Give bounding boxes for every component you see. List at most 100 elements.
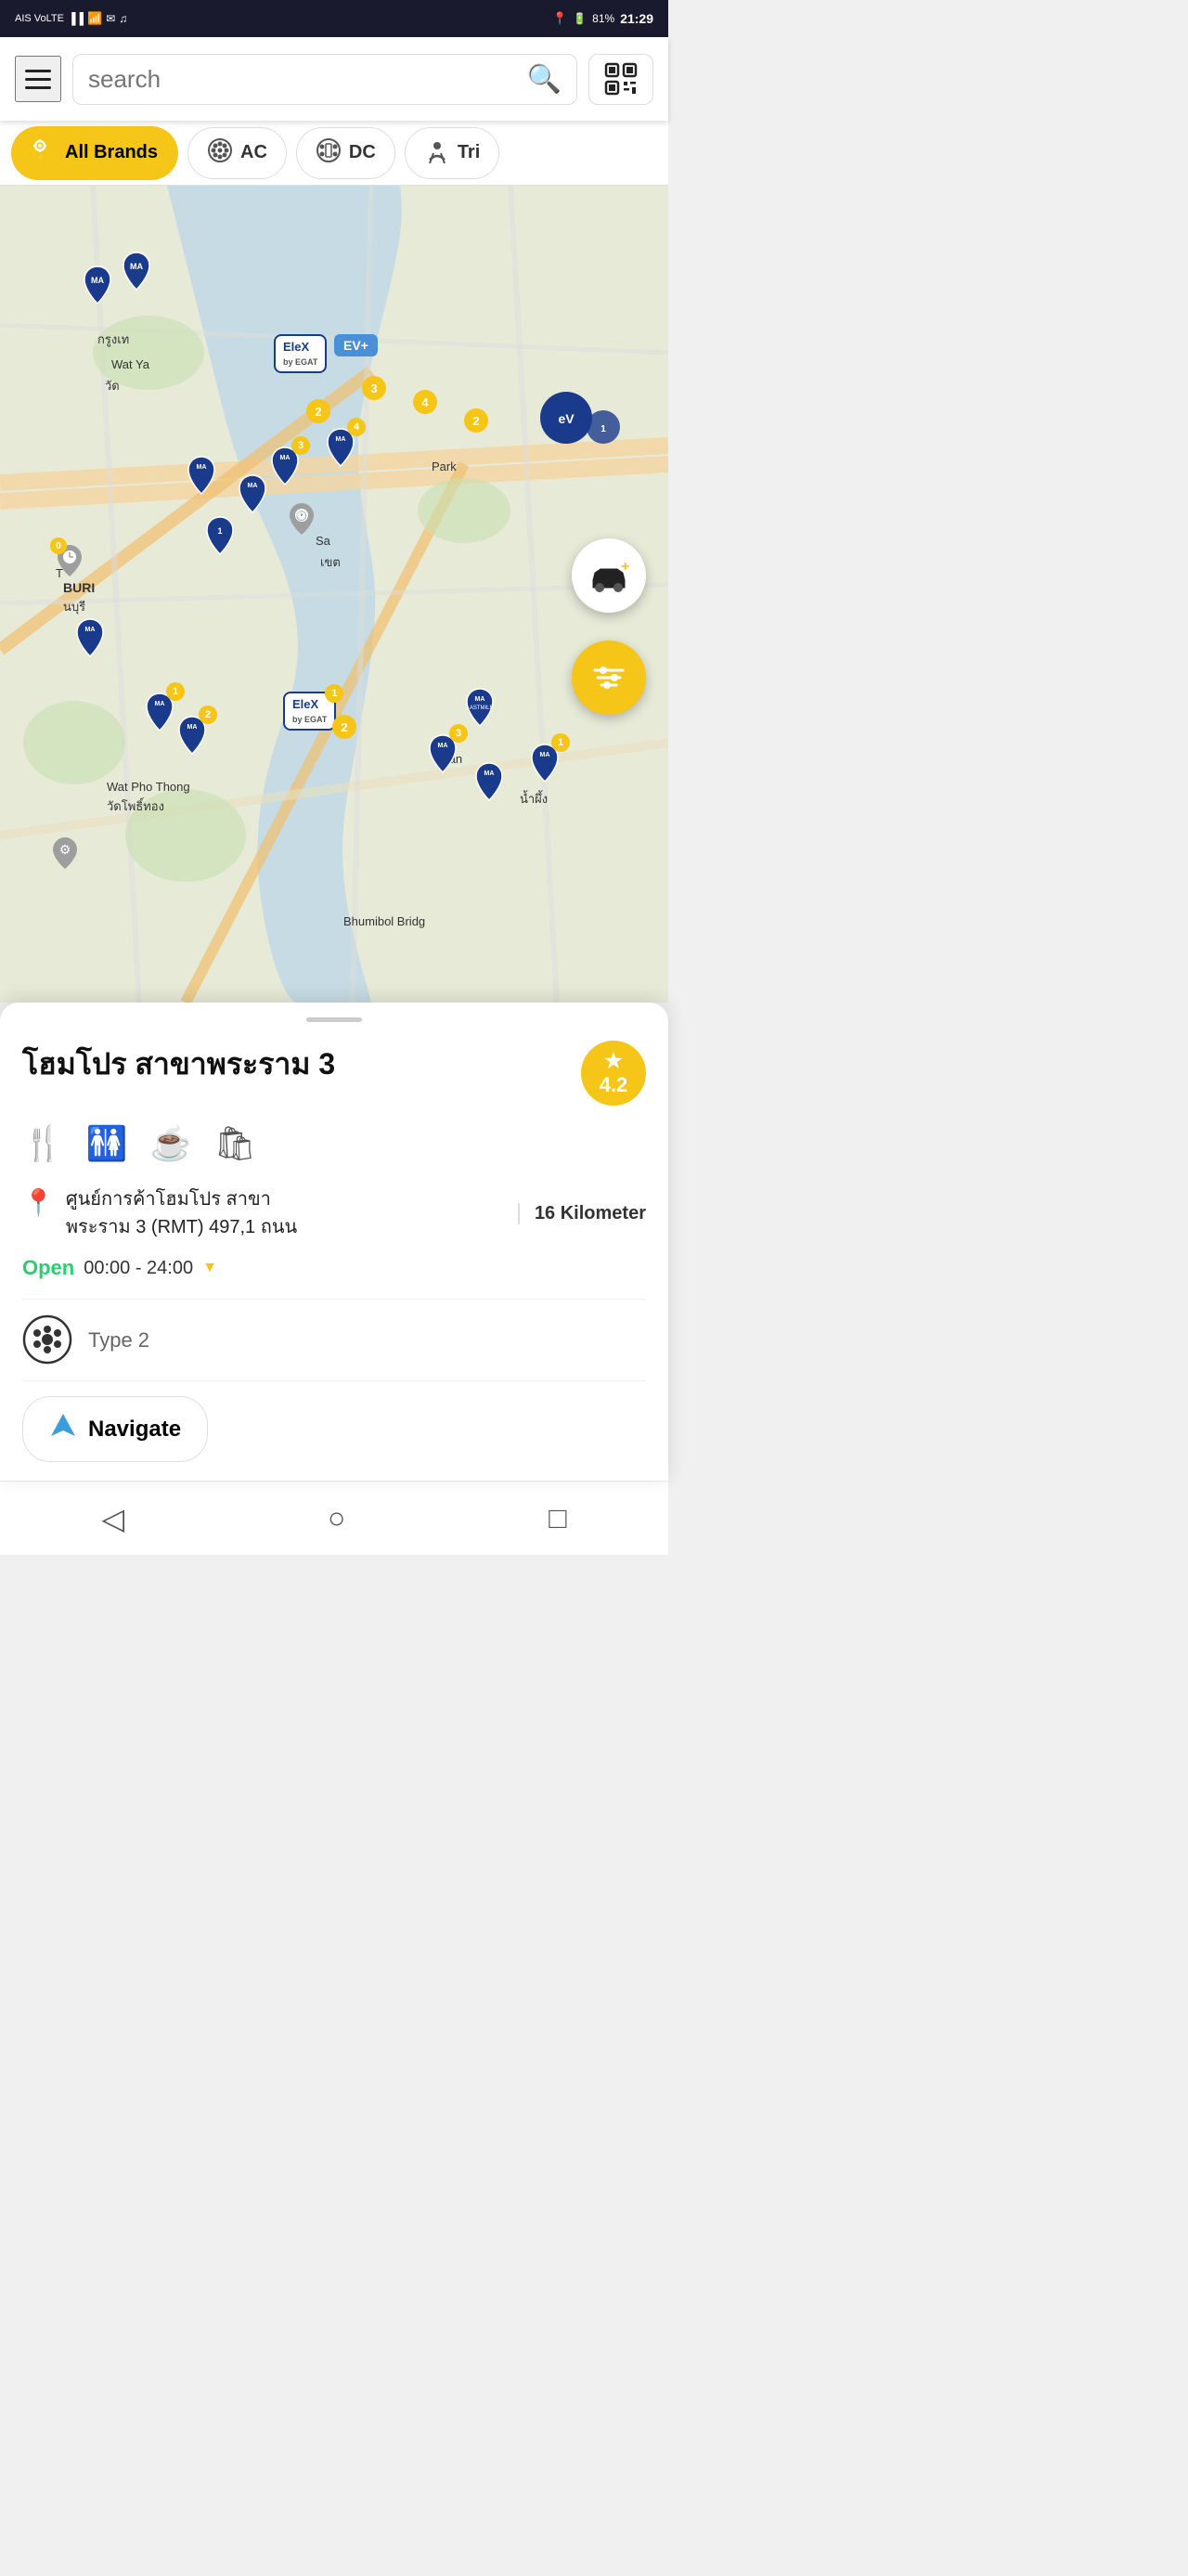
time-label: 21:29 bbox=[620, 11, 653, 26]
music-icon: ♫ bbox=[119, 12, 127, 25]
pin-badge-3: 3 bbox=[291, 436, 310, 455]
carrier-label: AIS VoLTE bbox=[15, 13, 64, 24]
ma-pin-1badge[interactable]: 1 bbox=[204, 515, 236, 561]
svg-text:⚡: ⚡ bbox=[37, 152, 46, 162]
count-badge-2-mid: 2 bbox=[464, 408, 488, 433]
charger-connector-icon bbox=[22, 1314, 73, 1366]
status-left: AIS VoLTE ▐▐ 📶 ✉ ♫ bbox=[15, 11, 127, 26]
svg-text:LASTMILE: LASTMILE bbox=[466, 705, 493, 711]
filter-tab-tri[interactable]: Tri bbox=[405, 127, 499, 179]
gear-pin[interactable]: ⚙ bbox=[51, 835, 79, 875]
svg-text:MA: MA bbox=[438, 743, 448, 749]
elex-pin-top[interactable]: EleXby EGAT bbox=[274, 334, 327, 373]
ma-pin-right-1[interactable]: MA 3 bbox=[427, 733, 458, 779]
count-badge-2-top: 2 bbox=[306, 399, 330, 423]
battery-icon: 🔋 bbox=[573, 12, 587, 25]
svg-text:🕐: 🕐 bbox=[296, 510, 307, 522]
svg-text:⚙: ⚙ bbox=[59, 842, 71, 857]
shopping-icon: 🛍 bbox=[213, 1124, 256, 1163]
svg-text:MA: MA bbox=[130, 262, 143, 271]
ma-pin-right-3[interactable]: MA 1 bbox=[529, 743, 561, 788]
svg-text:MA: MA bbox=[248, 483, 258, 489]
ma-pin-d[interactable]: MA 4 bbox=[325, 427, 356, 472]
svg-text:MA: MA bbox=[540, 752, 550, 758]
add-car-icon: + bbox=[586, 552, 632, 599]
wifi-icon: 📶 bbox=[87, 11, 102, 26]
distance-box: 16 Kilometer bbox=[518, 1203, 646, 1224]
ac-icon bbox=[207, 137, 233, 169]
tri-label: Tri bbox=[458, 142, 480, 163]
filter-tab-dc[interactable]: DC bbox=[296, 127, 395, 179]
svg-text:MA: MA bbox=[155, 701, 165, 707]
map-pin-1[interactable]: MA bbox=[82, 265, 113, 310]
rating-star-icon: ★ bbox=[604, 1049, 623, 1073]
elex-badge-2[interactable]: 2 bbox=[332, 715, 356, 739]
location-pin-icon: 📍 bbox=[22, 1187, 55, 1218]
location-address: ศูนย์การค้าโฮมโปร สาขา พระราม 3 (RMT) 49… bbox=[66, 1185, 507, 1241]
filter-tab-all-brands[interactable]: ⚡ All Brands bbox=[11, 126, 178, 180]
divider-2 bbox=[22, 1380, 646, 1381]
bottom-sheet: โฮมโปร สาขาพระราม 3 ★ 4.2 🍴 🚻 ☕ 🛍 📍 ศูนย… bbox=[0, 1003, 668, 1481]
navigate-button[interactable]: Navigate bbox=[22, 1396, 208, 1462]
battery-label: 81% bbox=[592, 12, 614, 25]
hours-row: Open 00:00 - 24:00 ▼ bbox=[22, 1256, 646, 1280]
recent-apps-button[interactable]: □ bbox=[521, 1492, 594, 1545]
search-button[interactable]: 🔍 bbox=[527, 63, 562, 96]
ma-pin-low-1[interactable]: MA bbox=[74, 617, 106, 663]
filter-tab-ac[interactable]: AC bbox=[187, 127, 287, 179]
ma-pin-ll-2[interactable]: MA 2 bbox=[176, 715, 208, 760]
all-brands-icon: ⚡ bbox=[32, 137, 58, 169]
elex-pin-low[interactable]: EleXby EGAT 1 bbox=[283, 692, 336, 731]
hours-text: 00:00 - 24:00 bbox=[84, 1258, 193, 1279]
location-info: 📍 ศูนย์การค้าโฮมโปร สาขา พระราม 3 (RMT) … bbox=[22, 1185, 646, 1241]
dc-label: DC bbox=[349, 142, 376, 163]
hamburger-line-2 bbox=[25, 78, 51, 81]
svg-text:MA: MA bbox=[91, 276, 104, 285]
status-right: 📍 🔋 81% 21:29 bbox=[552, 11, 653, 26]
search-input[interactable] bbox=[88, 65, 527, 94]
svg-text:MA: MA bbox=[187, 724, 198, 731]
ma-pin-right-2[interactable]: MA bbox=[473, 761, 505, 807]
search-input-container: 🔍 bbox=[72, 54, 577, 105]
gray-pin-1[interactable]: 🕐 bbox=[288, 501, 316, 541]
address-line1: ศูนย์การค้าโฮมโปร สาขา bbox=[66, 1189, 271, 1210]
location-icon: 📍 bbox=[552, 11, 567, 26]
restaurant-icon: 🍴 bbox=[22, 1124, 64, 1163]
add-car-button[interactable]: + bbox=[572, 538, 646, 613]
ma-pin-c[interactable]: MA 3 bbox=[269, 446, 301, 491]
search-bar: 🔍 bbox=[0, 37, 668, 121]
ma-pin-a[interactable]: MA bbox=[186, 455, 217, 500]
qr-button[interactable] bbox=[588, 54, 653, 105]
mail-icon: ✉ bbox=[106, 12, 115, 25]
map-container[interactable]: eV 1 กรูงเท Wat Ya วัด T BURI นบุรี Sa เ… bbox=[0, 186, 668, 1003]
filter-icon bbox=[590, 659, 627, 696]
bottom-nav: ◁ ○ □ bbox=[0, 1481, 668, 1555]
hamburger-button[interactable] bbox=[15, 56, 61, 102]
distance-value: 16 Kilometer bbox=[535, 1203, 646, 1223]
svg-text:MA: MA bbox=[484, 770, 495, 777]
svg-text:MA: MA bbox=[475, 696, 485, 703]
filter-button[interactable] bbox=[572, 641, 646, 715]
status-bar: AIS VoLTE ▐▐ 📶 ✉ ♫ 📍 🔋 81% 21:29 bbox=[0, 0, 668, 37]
coffee-icon: ☕ bbox=[150, 1124, 192, 1163]
ma-pin-b[interactable]: MA bbox=[237, 473, 268, 519]
svg-text:MA: MA bbox=[85, 627, 96, 633]
charger-type-label: Type 2 bbox=[88, 1328, 149, 1353]
dc-icon bbox=[316, 137, 342, 169]
address-line2: พระราม 3 (RMT) 497,1 ถนน bbox=[66, 1217, 297, 1237]
map-pin-2[interactable]: MA bbox=[121, 251, 152, 296]
amenities-row: 🍴 🚻 ☕ 🛍 bbox=[22, 1124, 646, 1163]
open-label: Open bbox=[22, 1256, 74, 1280]
svg-text:eV: eV bbox=[558, 411, 575, 426]
back-button[interactable]: ◁ bbox=[73, 1492, 152, 1546]
ma-pin-ll-1[interactable]: MA 1 bbox=[144, 692, 175, 737]
hours-dropdown-icon[interactable]: ▼ bbox=[202, 1260, 217, 1276]
count-badge-3-top: 3 bbox=[362, 376, 386, 400]
rating-badge: ★ 4.2 bbox=[581, 1041, 646, 1106]
home-button[interactable]: ○ bbox=[300, 1492, 373, 1545]
gray-pin-2[interactable]: 0 bbox=[56, 543, 84, 583]
navigate-icon bbox=[49, 1412, 77, 1446]
drag-handle[interactable] bbox=[306, 1017, 362, 1022]
svg-text:MA: MA bbox=[280, 455, 291, 461]
ac-label: AC bbox=[240, 142, 267, 163]
